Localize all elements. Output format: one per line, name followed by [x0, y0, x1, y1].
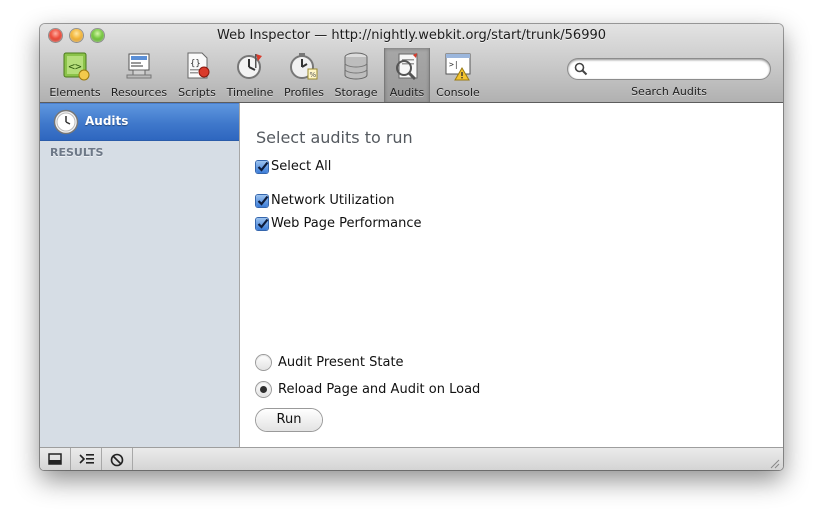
network-utilization-label: Network Utilization	[271, 193, 395, 208]
svg-text:{}: {}	[190, 59, 201, 69]
sidebar-item-label: Audits	[85, 114, 129, 128]
profiles-icon: %	[290, 53, 318, 80]
audit-launcher: Select audits to run Select All Network …	[240, 103, 783, 447]
select-all-checkbox[interactable]: Select All	[256, 159, 331, 174]
web-page-performance-label: Web Page Performance	[271, 216, 422, 231]
sidebar: Audits RESULTS	[40, 103, 240, 447]
dock-icon	[48, 453, 62, 465]
toolbar-storage[interactable]: Storage	[333, 50, 379, 100]
storage-icon	[344, 52, 368, 80]
toolbar-console[interactable]: >| Console	[435, 50, 481, 100]
radio-selected-icon	[256, 382, 271, 397]
search-input[interactable]	[590, 61, 764, 78]
toolbar-scripts[interactable]: {} Scripts	[174, 50, 220, 100]
svg-text:<>: <>	[68, 60, 82, 73]
show-console-button[interactable]	[71, 448, 102, 470]
reload-and-audit-radio[interactable]: Reload Page and Audit on Load	[256, 382, 480, 397]
toolbar-timeline[interactable]: Timeline	[225, 50, 275, 100]
toolbar-elements-label: Elements	[49, 86, 101, 99]
toolbar-profiles-label: Profiles	[284, 86, 324, 99]
search-label: Search Audits	[631, 85, 707, 98]
search-field[interactable]	[568, 59, 770, 79]
resources-icon	[126, 53, 152, 79]
console-prompt-icon	[79, 454, 94, 464]
toolbar-audits-label: Audits	[389, 86, 425, 99]
select-all-label: Select All	[271, 159, 332, 174]
radio-unselected-icon	[256, 355, 271, 370]
stopwatch-icon	[53, 109, 79, 135]
toolbar-resources[interactable]: Resources	[110, 50, 168, 100]
status-bar	[40, 447, 783, 470]
clear-icon	[110, 453, 124, 467]
svg-text:>|: >|	[449, 60, 459, 69]
timeline-icon	[237, 54, 262, 79]
sidebar-item-audits[interactable]: Audits	[40, 103, 239, 141]
run-button[interactable]: Run	[256, 409, 322, 431]
window-title: Web Inspector — http://nightly.webkit.or…	[216, 28, 607, 43]
search-icon	[574, 62, 588, 76]
page-title: Select audits to run	[256, 128, 413, 147]
checkbox-checked-icon	[256, 194, 269, 207]
web-page-performance-checkbox[interactable]: Web Page Performance	[256, 216, 421, 231]
web-inspector-window: Web Inspector — http://nightly.webkit.or…	[40, 24, 783, 470]
toolbar-timeline-label: Timeline	[226, 86, 274, 99]
toolbar-audits[interactable]: Audits	[384, 48, 430, 102]
svg-text:%: %	[310, 71, 317, 79]
results-section-header: RESULTS	[50, 146, 104, 159]
toolbar-storage-label: Storage	[334, 86, 378, 99]
toolbar-resources-label: Resources	[110, 86, 168, 99]
toolbar-console-label: Console	[436, 86, 480, 99]
checkbox-checked-icon	[256, 217, 269, 230]
elements-icon: <>	[63, 52, 90, 81]
audit-present-state-radio[interactable]: Audit Present State	[256, 355, 404, 370]
toolbar-elements[interactable]: <> Elements	[48, 50, 102, 100]
clear-results-button[interactable]	[102, 448, 133, 470]
toolbar: Web Inspector — http://nightly.webkit.or…	[40, 24, 783, 103]
checkbox-checked-icon	[256, 160, 269, 173]
network-utilization-checkbox[interactable]: Network Utilization	[256, 193, 395, 208]
toolbar-profiles[interactable]: % Profiles	[282, 50, 326, 100]
audit-present-state-label: Audit Present State	[278, 355, 404, 370]
reload-and-audit-label: Reload Page and Audit on Load	[278, 382, 481, 397]
audits-icon	[396, 53, 418, 81]
toolbar-scripts-label: Scripts	[178, 86, 216, 99]
resize-grip-icon[interactable]	[768, 457, 780, 469]
console-icon: >|	[445, 53, 471, 81]
dock-toggle-button[interactable]	[40, 448, 71, 470]
scripts-icon: {}	[187, 52, 210, 79]
